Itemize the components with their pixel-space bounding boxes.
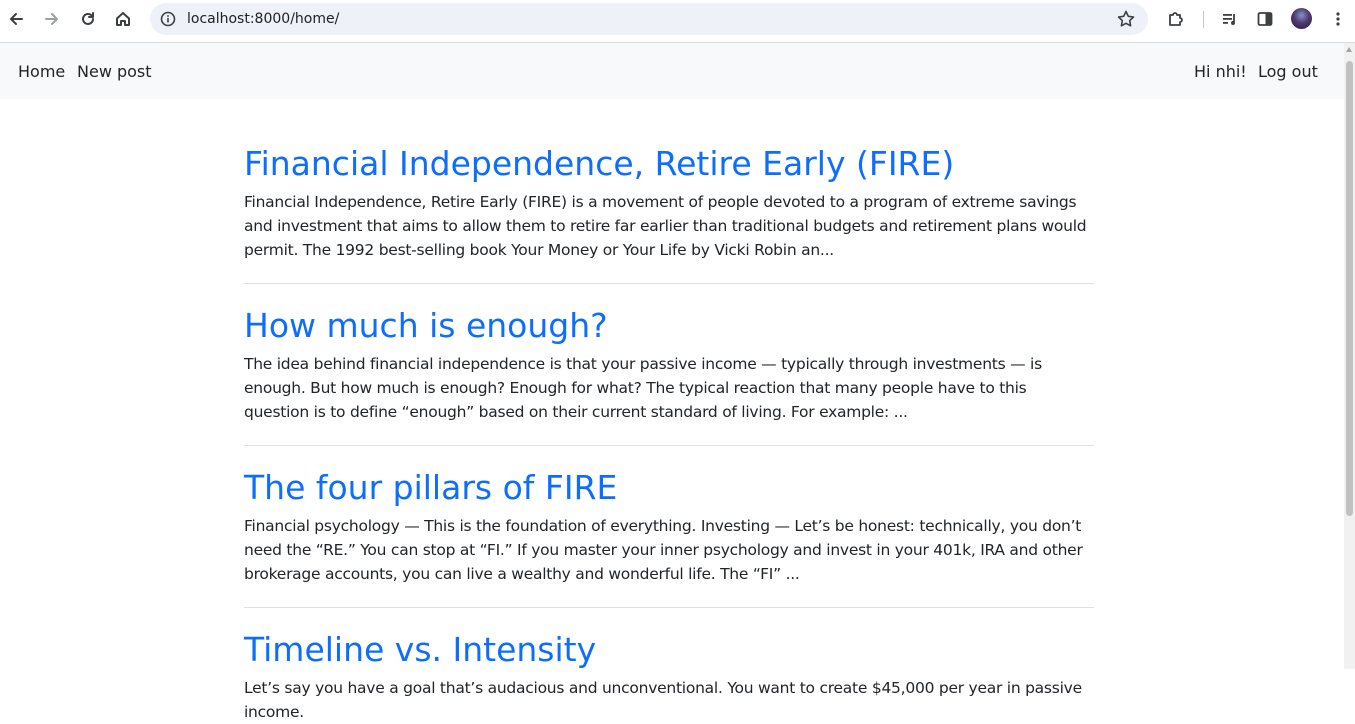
toolbar-separator [1203, 11, 1204, 28]
scrollbar-thumb[interactable] [1346, 61, 1353, 516]
reload-icon[interactable] [72, 5, 104, 33]
side-panel-icon[interactable] [1249, 5, 1281, 33]
media-queue-icon[interactable] [1214, 5, 1246, 33]
post-excerpt: The idea behind financial independence i… [244, 355, 1042, 421]
kebab-menu-icon[interactable] [1322, 5, 1354, 33]
url-text[interactable]: localhost:8000/home/ [187, 11, 339, 27]
home-icon[interactable] [107, 5, 139, 33]
logout-link[interactable]: Log out [1258, 62, 1318, 81]
post-item: Financial Independence, Retire Early (FI… [244, 142, 1094, 284]
post-title-link[interactable]: The four pillars of FIRE [244, 466, 1094, 510]
post-item: Timeline vs. Intensity Let’s say you hav… [244, 628, 1094, 724]
post-title-link[interactable]: Timeline vs. Intensity [244, 628, 1094, 672]
post-title-link[interactable]: Financial Independence, Retire Early (FI… [244, 142, 1094, 186]
back-arrow-icon[interactable] [0, 5, 32, 33]
user-greeting: Hi nhi! [1194, 62, 1247, 81]
post-item: The four pillars of FIRE Financial psych… [244, 466, 1094, 608]
nav-new-post-link[interactable]: New post [77, 62, 152, 81]
post-excerpt: Financial psychology — This is the found… [244, 517, 1083, 583]
browser-toolbar: localhost:8000/home/ [0, 0, 1355, 43]
extensions-puzzle-icon[interactable] [1160, 5, 1192, 33]
page-scrollbar[interactable] [1344, 43, 1355, 669]
scroll-up-icon[interactable] [1346, 47, 1352, 52]
bookmark-star-icon[interactable] [1116, 9, 1136, 34]
site-info-icon[interactable] [160, 11, 176, 32]
profile-avatar[interactable] [1291, 8, 1312, 29]
post-item: How much is enough? The idea behind fina… [244, 304, 1094, 446]
post-excerpt: Let’s say you have a goal that’s audacio… [244, 679, 1082, 721]
address-bar[interactable]: localhost:8000/home/ [150, 3, 1148, 35]
nav-home-link[interactable]: Home [18, 62, 65, 81]
site-navbar: Home New post Hi nhi! Log out [0, 43, 1344, 99]
post-title-link[interactable]: How much is enough? [244, 304, 1094, 348]
forward-arrow-icon[interactable] [36, 5, 68, 33]
post-excerpt: Financial Independence, Retire Early (FI… [244, 193, 1087, 259]
post-list: Financial Independence, Retire Early (FI… [244, 142, 1094, 724]
